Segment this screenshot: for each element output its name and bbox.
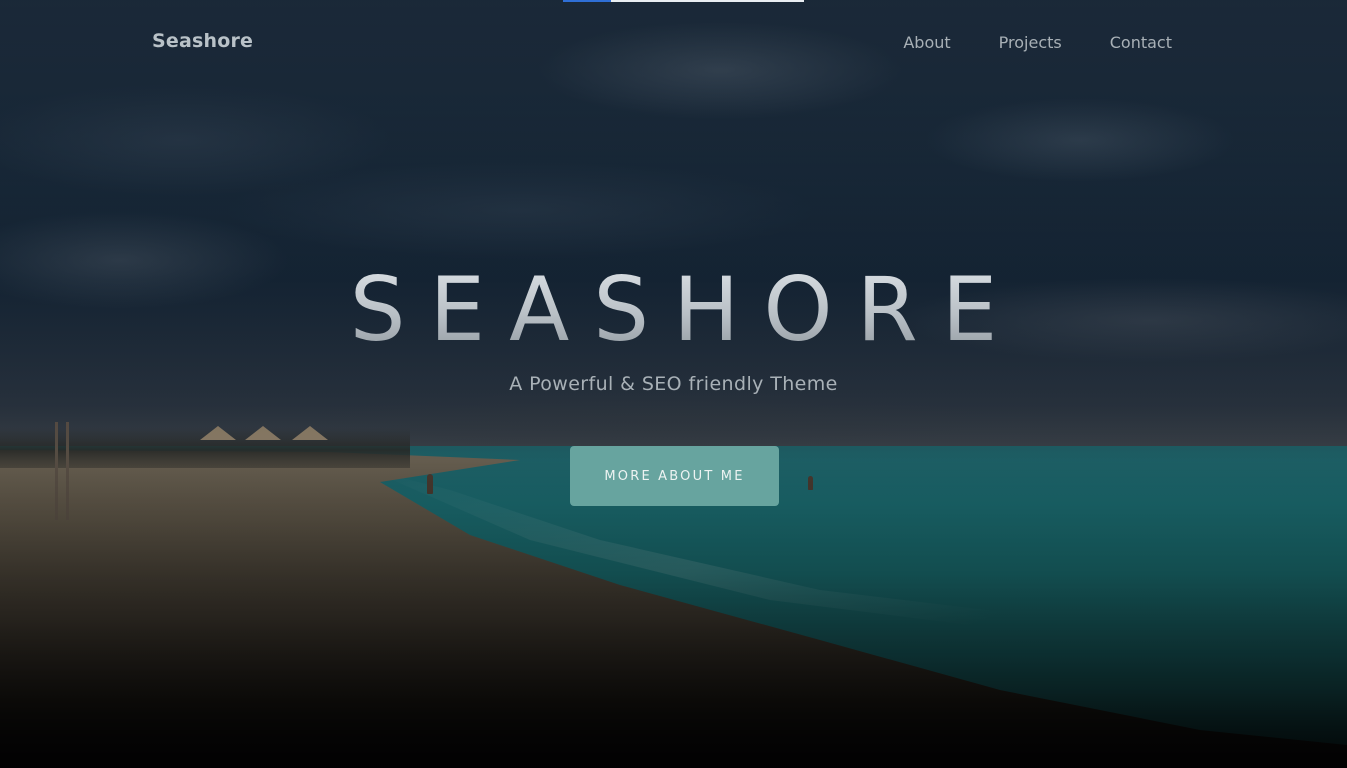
nav-link-about[interactable]: About <box>903 33 950 52</box>
more-about-me-button[interactable]: MORE ABOUT ME <box>570 446 779 506</box>
hero-subtitle: A Powerful & SEO friendly Theme <box>509 373 838 395</box>
nav-link-contact[interactable]: Contact <box>1110 33 1172 52</box>
brand-logo-link[interactable]: Seashore <box>152 30 253 52</box>
main-nav: About Projects Contact <box>903 33 1172 52</box>
nav-item-projects: Projects <box>999 33 1062 52</box>
hero-section: Seashore About Projects Contact SEASHORE… <box>0 0 1347 768</box>
nav-item-about: About <box>903 33 950 52</box>
nav-item-contact: Contact <box>1110 33 1172 52</box>
hero-title: SEASHORE <box>0 258 1347 361</box>
page-loading-bar-progress <box>563 0 611 2</box>
nav-link-projects[interactable]: Projects <box>999 33 1062 52</box>
